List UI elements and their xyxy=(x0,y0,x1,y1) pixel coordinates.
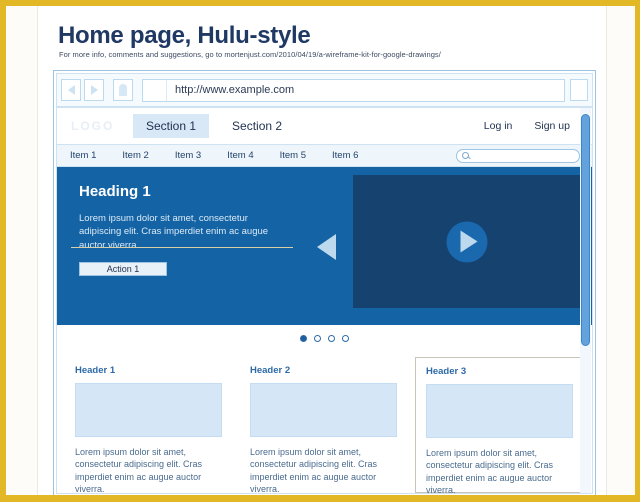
hero-banner: Heading 1 Lorem ipsum dolor sit amet, co… xyxy=(57,167,592,325)
play-icon xyxy=(460,230,477,253)
carousel-dot-2[interactable] xyxy=(314,334,321,342)
back-arrow-icon xyxy=(67,85,75,95)
subnav-item-3[interactable]: Item 3 xyxy=(162,150,214,161)
column-image-1 xyxy=(75,383,222,437)
carousel-dot-4[interactable] xyxy=(342,334,349,342)
feature-column-2[interactable]: Header 2 Lorem ipsum dolor sit amet, con… xyxy=(240,357,407,495)
selection-guide-line xyxy=(71,247,293,248)
feature-column-1[interactable]: Header 1 Lorem ipsum dolor sit amet, con… xyxy=(65,357,232,495)
column-header-2: Header 2 xyxy=(250,365,291,376)
sub-navigation-bar: Item 1 Item 2 Item 3 Item 4 Item 5 Item … xyxy=(57,144,592,167)
stop-icon xyxy=(119,84,127,96)
search-icon xyxy=(462,152,469,159)
subnav-item-4[interactable]: Item 4 xyxy=(214,150,266,161)
browser-viewport: http://www.example.com LOGO Section 1 Se… xyxy=(56,73,593,495)
column-header-3: Header 3 xyxy=(426,366,467,377)
subnav-item-1[interactable]: Item 1 xyxy=(57,150,109,161)
carousel-prev-icon[interactable] xyxy=(317,234,336,260)
feature-columns: Header 1 Lorem ipsum dolor sit amet, con… xyxy=(57,351,592,495)
document-page: Home page, Hulu-style For more info, com… xyxy=(6,6,635,495)
site-header: LOGO Section 1 Section 2 Log in Sign up xyxy=(57,108,592,144)
page-subtitle: For more info, comments and suggestions,… xyxy=(59,50,441,59)
hero-action-button[interactable]: Action 1 xyxy=(79,262,167,277)
favicon-slot xyxy=(143,79,167,101)
column-body-2: Lorem ipsum dolor sit amet, consectetur … xyxy=(250,447,378,495)
vertical-scrollbar[interactable] xyxy=(580,108,591,493)
header-account-links: Log in Sign up xyxy=(484,120,570,132)
scrollbar-thumb[interactable] xyxy=(581,114,590,346)
address-bar[interactable]: http://www.example.com xyxy=(142,78,565,102)
subnav-item-5[interactable]: Item 5 xyxy=(267,150,319,161)
forward-button[interactable] xyxy=(84,79,104,101)
video-player[interactable] xyxy=(353,175,580,308)
carousel-dot-3[interactable] xyxy=(328,334,335,342)
play-button[interactable] xyxy=(446,221,487,262)
column-image-3 xyxy=(426,384,573,438)
carousel-dot-1[interactable] xyxy=(300,334,307,342)
column-image-2 xyxy=(250,383,397,437)
url-input[interactable]: http://www.example.com xyxy=(167,80,564,101)
gold-frame: Home page, Hulu-style For more info, com… xyxy=(0,0,640,502)
browser-window: http://www.example.com LOGO Section 1 Se… xyxy=(53,70,596,495)
column-body-1: Lorem ipsum dolor sit amet, consectetur … xyxy=(75,447,203,495)
feature-column-3[interactable]: Header 3 Lorem ipsum dolor sit amet, con… xyxy=(415,357,584,495)
hero-text-block: Heading 1 Lorem ipsum dolor sit amet, co… xyxy=(79,183,279,277)
signup-link[interactable]: Sign up xyxy=(534,120,570,132)
column-body-3: Lorem ipsum dolor sit amet, consectetur … xyxy=(426,448,554,495)
browser-toolbar: http://www.example.com xyxy=(57,74,592,108)
search-input[interactable] xyxy=(456,148,580,163)
page-title: Home page, Hulu-style xyxy=(58,22,311,49)
toolbar-extra-button[interactable] xyxy=(570,79,588,101)
column-header-1: Header 1 xyxy=(75,365,116,376)
logo: LOGO xyxy=(71,119,115,133)
subnav-item-6[interactable]: Item 6 xyxy=(319,150,371,161)
subnav-item-2[interactable]: Item 2 xyxy=(109,150,161,161)
back-button[interactable] xyxy=(61,79,81,101)
login-link[interactable]: Log in xyxy=(484,120,513,132)
carousel-dots xyxy=(57,325,592,351)
stop-button[interactable] xyxy=(113,79,133,101)
section-tab-2[interactable]: Section 2 xyxy=(219,114,295,138)
document-inner-canvas: Home page, Hulu-style For more info, com… xyxy=(37,6,607,495)
section-tab-1[interactable]: Section 1 xyxy=(133,114,210,138)
forward-arrow-icon xyxy=(90,85,98,95)
hero-heading: Heading 1 xyxy=(79,183,151,200)
